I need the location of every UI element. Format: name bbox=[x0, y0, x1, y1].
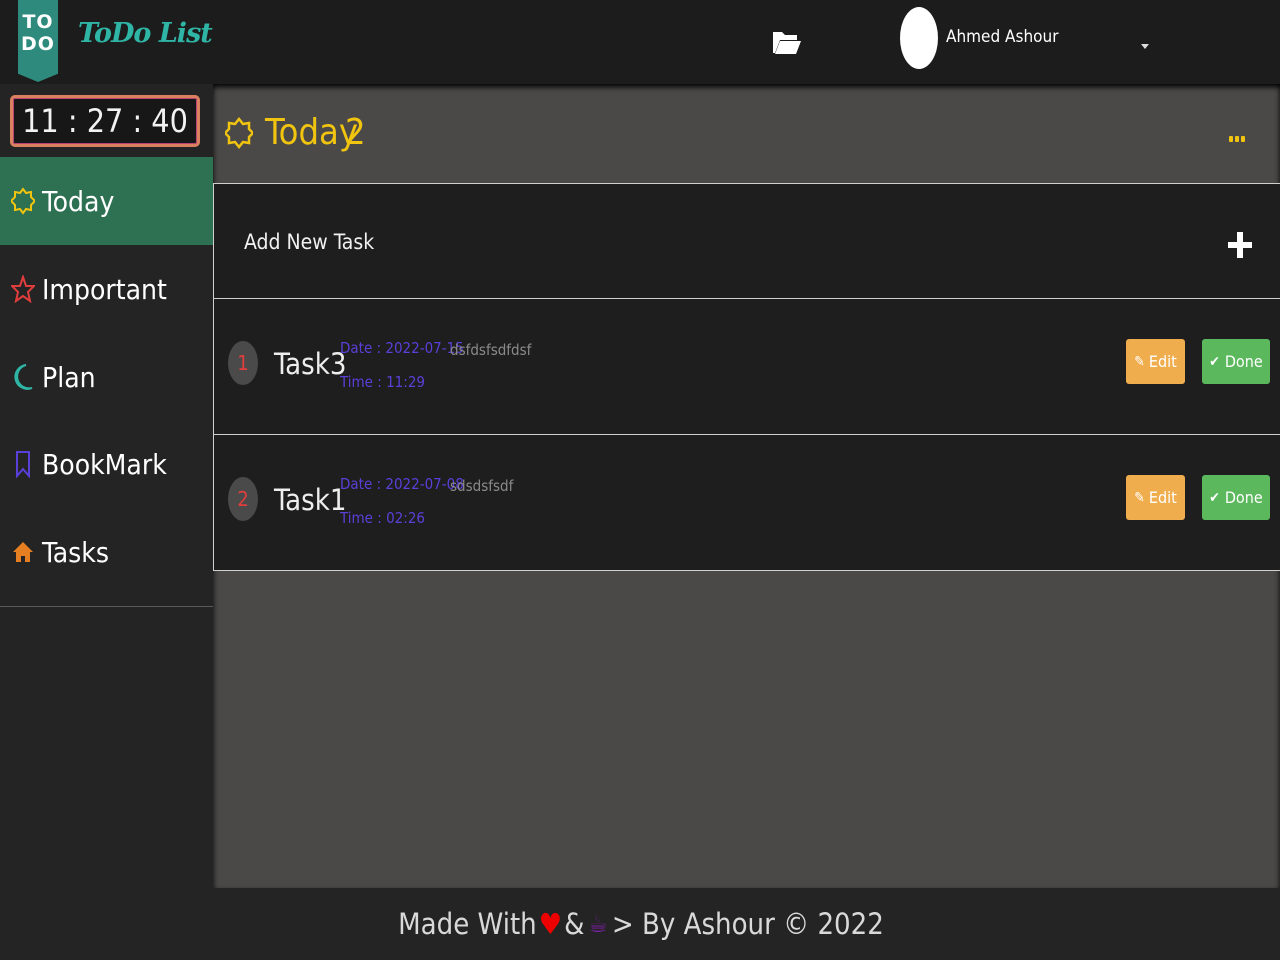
done-button[interactable]: ✔ Done bbox=[1202, 475, 1270, 520]
sidebar-item-tasks[interactable]: Tasks bbox=[0, 508, 213, 596]
logo-badge-bottom: DO bbox=[21, 33, 55, 55]
sidebar-item-important[interactable]: Important bbox=[0, 245, 213, 333]
logo-badge-top: TO bbox=[22, 11, 54, 33]
moon-icon bbox=[10, 363, 36, 391]
sidebar: 11 : 27 : 40 Today Important Plan BookMa… bbox=[0, 84, 213, 607]
sidebar-item-label: Today bbox=[42, 184, 115, 218]
avatar[interactable] bbox=[900, 7, 938, 69]
footer-by: > By Ashour © 2022 bbox=[611, 907, 884, 941]
more-options-icon[interactable] bbox=[1229, 136, 1247, 144]
task-date: Date : 2022-07-15 bbox=[340, 339, 464, 357]
logo-text[interactable]: ToDo List bbox=[78, 18, 213, 49]
sun-icon bbox=[225, 116, 253, 150]
clock-display: 11 : 27 : 40 bbox=[10, 95, 200, 147]
task-description: sdsdsfsdf bbox=[450, 477, 514, 495]
task-time: Time : 02:26 bbox=[340, 509, 425, 527]
footer-amp: & bbox=[564, 907, 585, 941]
coffee-icon: ☕ bbox=[588, 910, 608, 938]
footer: Made With ♥ & ☕ > By Ashour © 2022 bbox=[0, 888, 1280, 960]
sidebar-item-label: Tasks bbox=[42, 535, 110, 569]
sidebar-item-bookmark[interactable]: BookMark bbox=[0, 420, 213, 508]
sidebar-item-today[interactable]: Today bbox=[0, 157, 213, 245]
edit-button[interactable]: ✎ Edit bbox=[1126, 339, 1185, 384]
page-header: Today 2 bbox=[213, 84, 1280, 183]
main-panel: Today 2 Add New Task 1 Task3 Date : 2022… bbox=[213, 84, 1280, 888]
heart-icon: ♥ bbox=[538, 907, 563, 941]
task-description: dsfdsfsdfdsf bbox=[450, 341, 532, 359]
task-name: Task1 bbox=[274, 483, 347, 517]
logo-badge[interactable]: TO DO bbox=[18, 0, 58, 82]
check-icon: ✔ bbox=[1209, 489, 1220, 506]
done-button[interactable]: ✔ Done bbox=[1202, 339, 1270, 384]
task-time: Time : 11:29 bbox=[340, 373, 425, 391]
done-button-label: Done bbox=[1224, 488, 1263, 507]
user-name[interactable]: Ahmed Ashour bbox=[946, 27, 1059, 47]
task-name: Task3 bbox=[274, 347, 347, 381]
edit-button[interactable]: ✎ Edit bbox=[1126, 475, 1185, 520]
star-icon bbox=[10, 275, 36, 303]
edit-icon: ✎ bbox=[1134, 353, 1145, 370]
done-button-label: Done bbox=[1224, 352, 1263, 371]
sidebar-item-label: Plan bbox=[42, 360, 96, 394]
add-task-label: Add New Task bbox=[244, 230, 375, 254]
edit-icon: ✎ bbox=[1134, 489, 1145, 506]
task-count: 2 bbox=[345, 112, 366, 153]
task-number: 1 bbox=[228, 341, 258, 385]
top-header: TO DO ToDo List Ahmed Ashour bbox=[0, 0, 1280, 84]
sun-icon bbox=[10, 187, 36, 215]
check-icon: ✔ bbox=[1209, 353, 1220, 370]
edit-button-label: Edit bbox=[1148, 488, 1177, 507]
footer-made-with: Made With bbox=[398, 907, 537, 941]
caret-down-icon[interactable] bbox=[1141, 44, 1149, 49]
task-date: Date : 2022-07-08 bbox=[340, 475, 464, 493]
home-icon bbox=[10, 538, 36, 566]
sidebar-item-label: Important bbox=[42, 272, 167, 306]
task-row: 1 Task3 Date : 2022-07-15 Time : 11:29 d… bbox=[213, 299, 1280, 435]
sidebar-item-label: BookMark bbox=[42, 447, 167, 481]
task-number: 2 bbox=[228, 477, 258, 521]
bookmark-icon bbox=[10, 450, 36, 478]
plus-icon[interactable] bbox=[1227, 226, 1253, 264]
sidebar-item-plan[interactable]: Plan bbox=[0, 333, 213, 421]
add-task-row[interactable]: Add New Task bbox=[213, 183, 1280, 299]
edit-button-label: Edit bbox=[1148, 352, 1177, 371]
folder-open-icon[interactable] bbox=[772, 26, 802, 58]
task-row: 2 Task1 Date : 2022-07-08 Time : 02:26 s… bbox=[213, 435, 1280, 571]
